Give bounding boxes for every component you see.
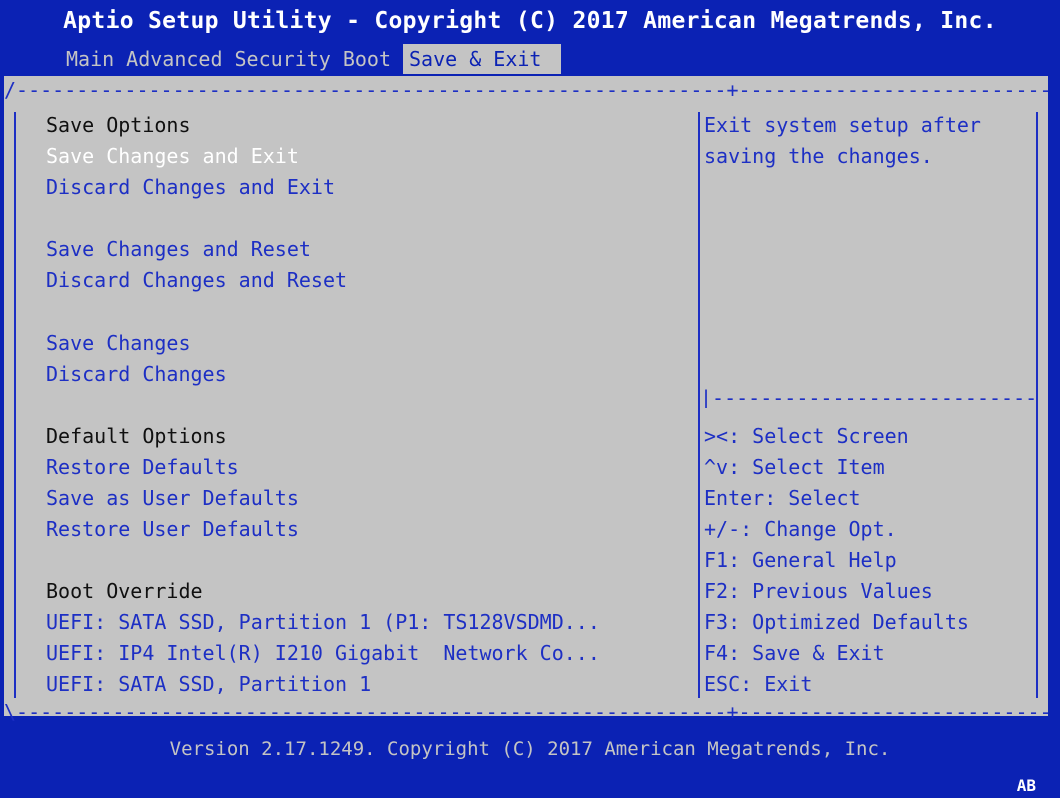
key-legend-item: Enter: Select (704, 486, 861, 510)
boot-override-item[interactable]: UEFI: SATA SSD, Partition 1 (46, 669, 371, 700)
key-legend-item: ^v: Select Item (704, 455, 885, 479)
key-legend-item: F1: General Help (704, 548, 897, 572)
save-changes-and-exit-item[interactable]: Save Changes and Exit (46, 141, 299, 172)
key-legend-item: F3: Optimized Defaults (704, 610, 969, 634)
tab-main[interactable]: Main (60, 44, 120, 74)
discard-changes-and-reset-item[interactable]: Discard Changes and Reset (46, 265, 347, 296)
window-title: Aptio Setup Utility - Copyright (C) 2017… (63, 8, 997, 34)
tab-boot[interactable]: Boot (337, 44, 397, 74)
help-text-line: Exit system setup after (704, 113, 981, 137)
tab-save-exit[interactable]: Save & Exit (403, 44, 562, 74)
default-options-header: Default Options (46, 424, 227, 448)
boot-override-header: Boot Override (46, 579, 203, 603)
discard-changes-item[interactable]: Discard Changes (46, 359, 227, 390)
save-as-user-defaults-item[interactable]: Save as User Defaults (46, 483, 299, 514)
bottom-border: \---------------------------------------… (4, 702, 1048, 722)
help-divider: |---------------------------| (700, 388, 1040, 408)
discard-changes-and-exit-item[interactable]: Discard Changes and Exit (46, 172, 335, 203)
save-changes-and-reset-item[interactable]: Save Changes and Reset (46, 234, 311, 265)
boot-override-item[interactable]: UEFI: SATA SSD, Partition 1 (P1: TS128VS… (46, 607, 600, 638)
save-options-header: Save Options (46, 113, 191, 137)
key-legend-item: ><: Select Screen (704, 424, 909, 448)
key-legend-item: F4: Save & Exit (704, 641, 885, 665)
right-border (1036, 112, 1038, 698)
version-footer: Version 2.17.1249. Copyright (C) 2017 Am… (169, 738, 891, 760)
help-text-line: saving the changes. (704, 144, 933, 168)
tab-advanced[interactable]: Advanced (120, 44, 228, 74)
middle-border (698, 112, 700, 698)
tab-security[interactable]: Security (229, 44, 337, 74)
left-border (14, 112, 16, 698)
top-border: /---------------------------------------… (4, 80, 1048, 100)
boot-override-item[interactable]: UEFI: IP4 Intel(R) I210 Gigabit Network … (46, 638, 600, 669)
key-legend-item: ESC: Exit (704, 672, 813, 696)
ab-badge: AB (1016, 776, 1036, 795)
save-changes-item[interactable]: Save Changes (46, 328, 191, 359)
restore-defaults-item[interactable]: Restore Defaults (46, 452, 239, 483)
main-panel: /---------------------------------------… (4, 76, 1048, 722)
restore-user-defaults-item[interactable]: Restore User Defaults (46, 514, 299, 545)
key-legend-item: F2: Previous Values (704, 579, 933, 603)
menu-bar: Main Advanced Security Boot Save & Exit (60, 44, 562, 74)
key-legend-item: +/-: Change Opt. (704, 517, 897, 541)
